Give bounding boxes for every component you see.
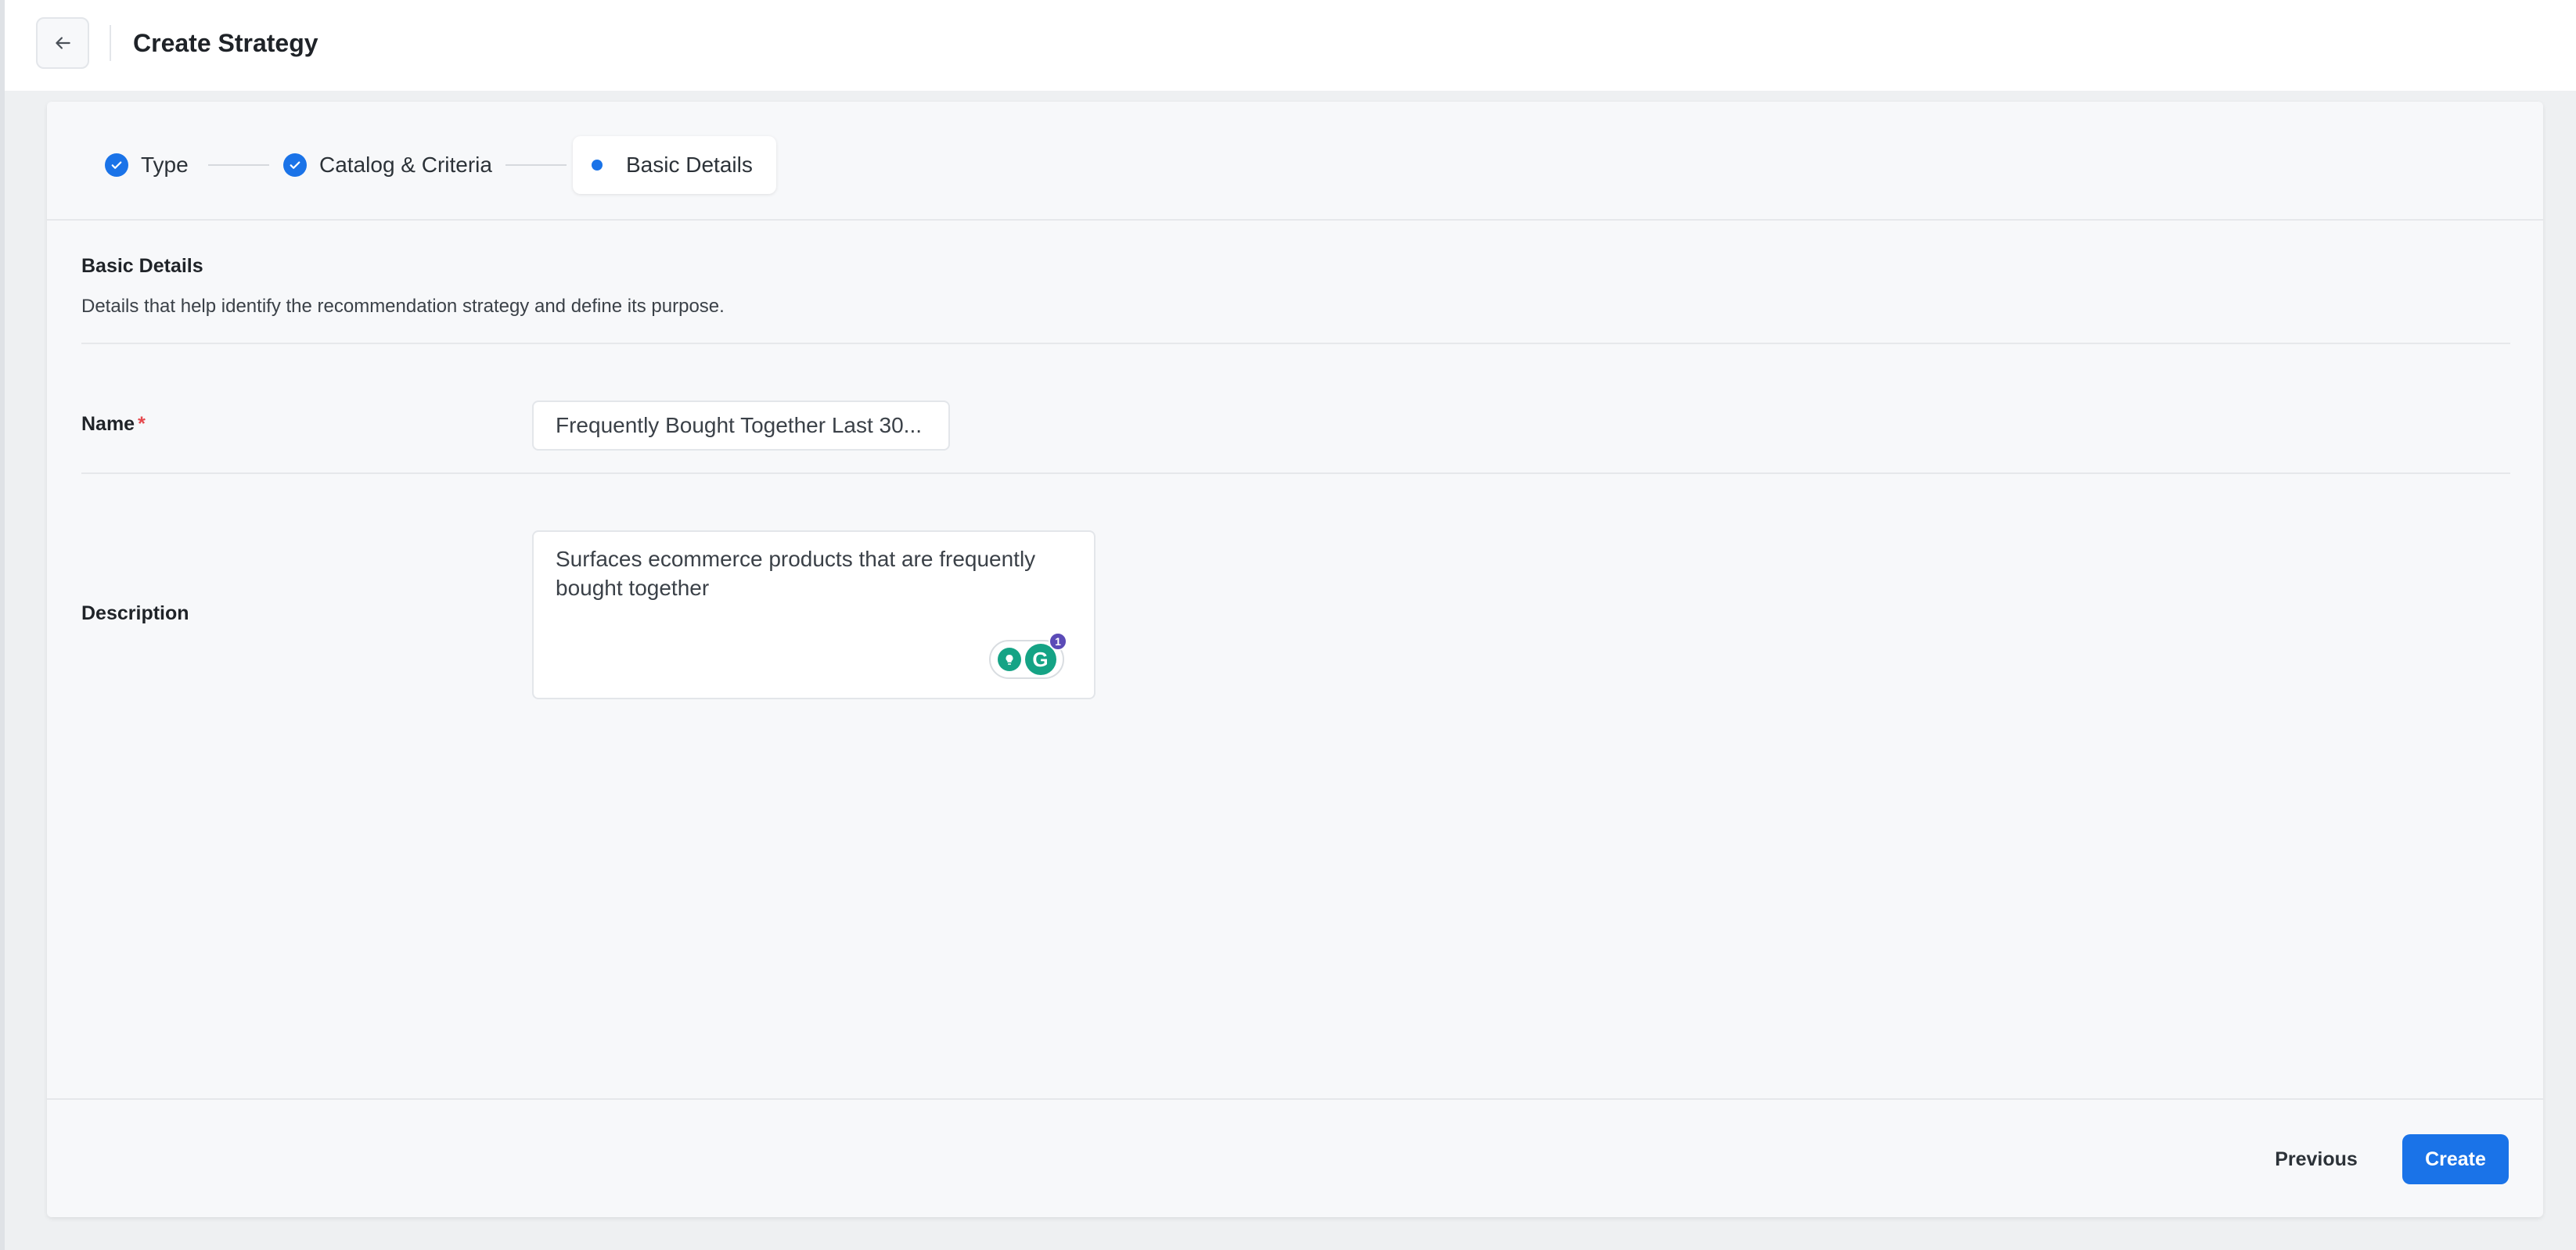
form-footer: Previous Create [47,1098,2543,1217]
name-label: Name * [81,413,146,436]
header-divider [110,25,111,61]
previous-button[interactable]: Previous [2261,1134,2371,1184]
page-title: Create Strategy [133,29,318,57]
name-input[interactable]: Frequently Bought Together Last 30... [532,401,950,451]
step-label: Basic Details [626,153,753,177]
divider [81,343,2510,344]
active-dot-icon [592,160,603,171]
create-button[interactable]: Create [2402,1134,2509,1184]
check-circle-icon [283,153,307,177]
description-label: Description [81,602,189,624]
step-catalog-criteria[interactable]: Catalog & Criteria [283,136,492,194]
step-label: Catalog & Criteria [319,153,492,177]
check-circle-icon [105,153,128,177]
step-basic-details[interactable]: Basic Details [573,136,776,194]
window-edge [0,0,5,1250]
step-type[interactable]: Type [105,136,189,194]
section-title: Basic Details [81,255,203,277]
section-subtitle: Details that help identify the recommend… [81,296,725,317]
step-connector [208,164,269,166]
top-bar: Create Strategy [5,0,2576,91]
arrow-left-icon [56,37,70,49]
strategy-form-card: Type Catalog & Criteria Basic Details Ba… [47,102,2543,1217]
grammarly-badge: 1 [1049,632,1067,651]
divider [81,472,2510,474]
stepper: Type Catalog & Criteria Basic Details [47,102,2543,221]
name-label-text: Name [81,413,135,435]
step-label: Type [141,153,189,177]
back-button[interactable] [36,17,89,69]
lightbulb-icon [997,648,1021,671]
required-mark: * [138,413,146,435]
step-connector [505,164,567,166]
